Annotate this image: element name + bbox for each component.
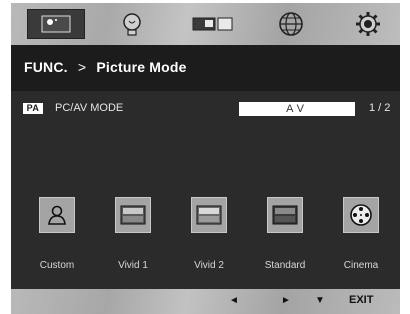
- nav-left-button[interactable]: ◄: [229, 295, 239, 306]
- nav-right-button[interactable]: ►: [281, 295, 291, 306]
- bottom-control-bar: [11, 289, 400, 314]
- mode-cinema-label: Cinema: [343, 260, 379, 271]
- pcav-mode-value[interactable]: AV: [239, 102, 355, 116]
- picture-icon: [41, 15, 71, 33]
- pcav-mode-label: PC/AV MODE: [55, 102, 124, 114]
- mode-standard-label: Standard: [264, 260, 306, 271]
- page-indicator: 1 / 2: [369, 102, 391, 114]
- tab-pip[interactable]: [189, 9, 241, 39]
- breadcrumb-separator: >: [77, 59, 87, 75]
- tab-picture[interactable]: [27, 9, 85, 39]
- breadcrumb-page: Picture Mode: [96, 59, 187, 75]
- pcav-badge-icon: PA: [23, 103, 43, 114]
- tab-language[interactable]: [273, 9, 309, 39]
- mode-custom-label: Custom: [39, 260, 75, 271]
- pip-icon: [192, 17, 233, 31]
- lightbulb-icon: [123, 13, 141, 36]
- tab-bar: [11, 3, 400, 45]
- vivid2-icon: [196, 205, 222, 225]
- tab-light[interactable]: [112, 9, 152, 39]
- standard-icon: [272, 205, 298, 225]
- settings-gear-icon: [356, 12, 380, 36]
- mode-custom-button[interactable]: [39, 197, 75, 233]
- mode-cinema-button[interactable]: [343, 197, 379, 233]
- exit-button[interactable]: EXIT: [349, 294, 373, 306]
- tab-settings[interactable]: [352, 9, 384, 39]
- globe-icon: [279, 12, 303, 36]
- breadcrumb-menu: FUNC.: [24, 59, 68, 75]
- page-title: FUNC. > Picture Mode: [24, 59, 187, 75]
- osd-panel: FUNC. > Picture Mode PA PC/AV MODE AV 1 …: [11, 3, 400, 314]
- mode-vivid1-button[interactable]: [115, 197, 151, 233]
- mode-vivid1-label: Vivid 1: [118, 260, 148, 271]
- person-icon: [48, 205, 66, 225]
- vivid1-icon: [120, 205, 146, 225]
- mode-standard-button[interactable]: [267, 197, 303, 233]
- nav-down-button[interactable]: ▼: [315, 295, 325, 306]
- film-reel-icon: [350, 204, 372, 226]
- mode-vivid2-label: Vivid 2: [194, 260, 224, 271]
- mode-vivid2-button[interactable]: [191, 197, 227, 233]
